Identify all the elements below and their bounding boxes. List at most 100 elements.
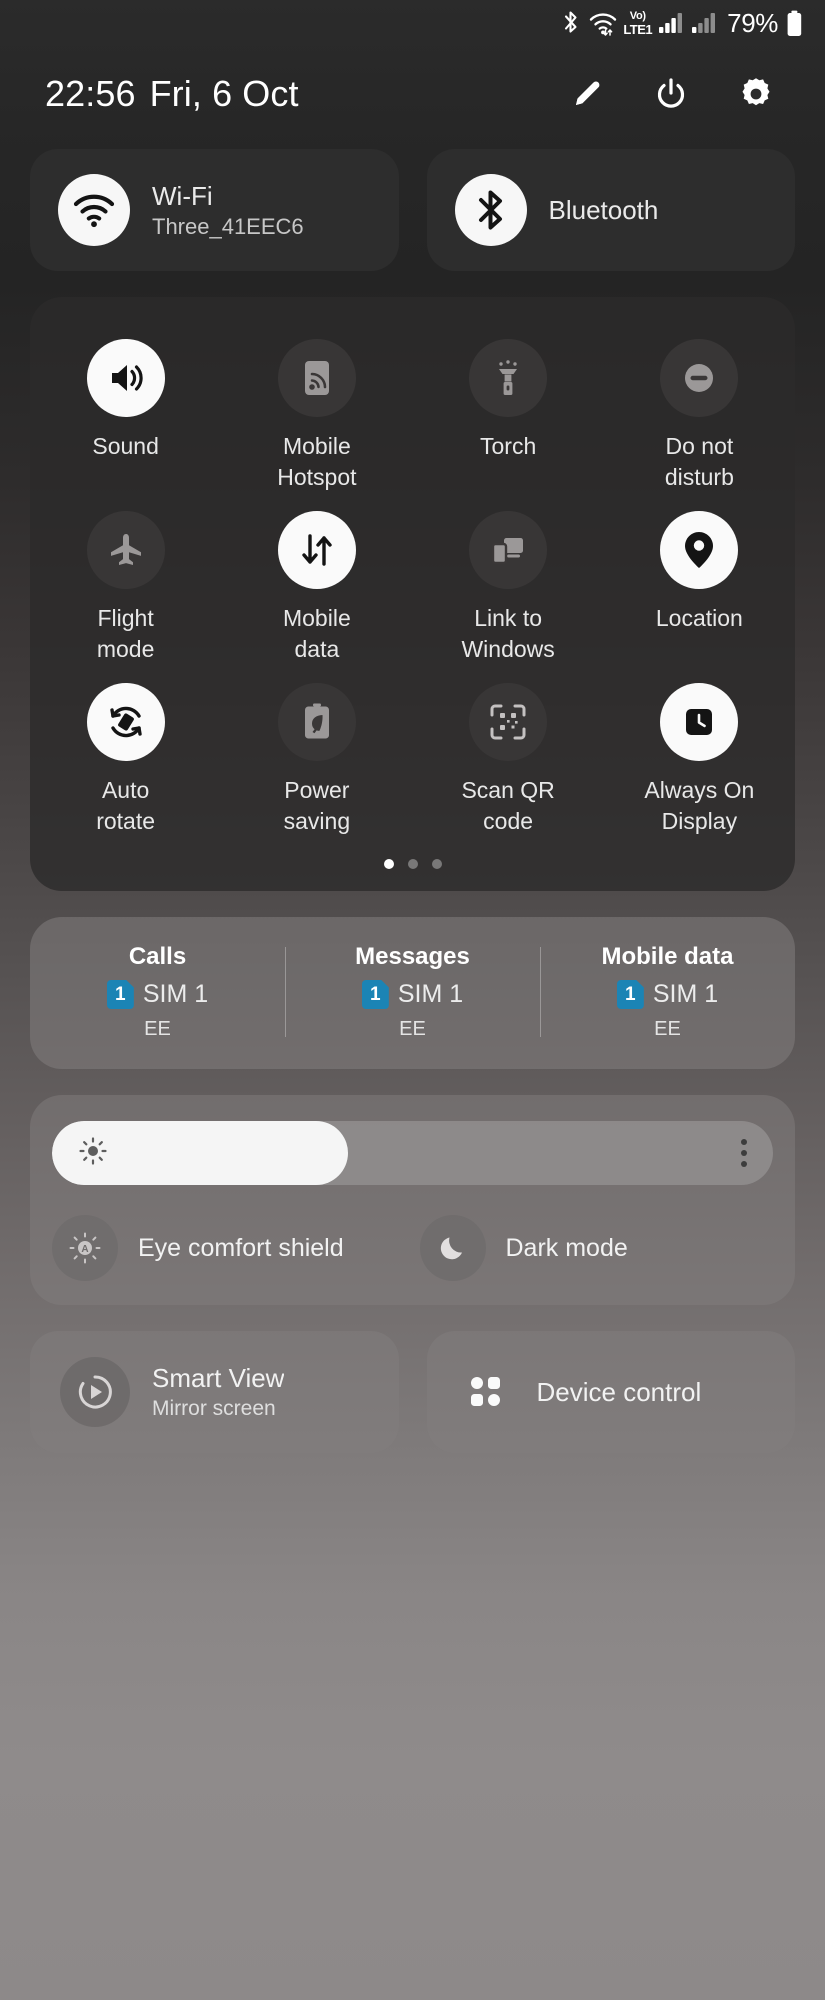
wifi-icon xyxy=(58,174,130,246)
toggle-mobile-data[interactable]: Mobile data xyxy=(221,511,412,665)
volte-icon: Vo) LTE1 xyxy=(623,9,653,37)
toggle-label: Mobile Hotspot xyxy=(277,433,357,490)
quick-toggle-panel: Sound Mobile Hotspot Torch Do not distur… xyxy=(30,297,795,891)
sim-column-mobile-data[interactable]: Mobile data 1 SIM 1 EE xyxy=(540,943,795,1041)
smart-view-subtitle: Mirror screen xyxy=(152,1397,276,1420)
page-dot-1[interactable] xyxy=(383,859,394,869)
device-control-title: Device control xyxy=(536,1376,702,1407)
header-actions xyxy=(569,75,795,113)
sim-name: SIM 1 xyxy=(142,980,209,1008)
mobile-data-icon xyxy=(277,511,356,589)
sim-selection: 1 SIM 1 xyxy=(616,980,719,1009)
torch-icon xyxy=(469,339,548,417)
dark-mode-label: Dark mode xyxy=(505,1233,628,1262)
battery-icon xyxy=(786,10,803,37)
wifi-title: Wi-Fi xyxy=(152,180,213,211)
link-to-windows-icon xyxy=(469,511,548,589)
toggle-link-to-windows[interactable]: Link to Windows xyxy=(413,511,604,665)
toggle-always-on-display[interactable]: Always On Display xyxy=(604,683,795,837)
toggle-label: Sound xyxy=(92,433,159,459)
sim-column-header: Messages xyxy=(355,943,470,970)
hotspot-icon xyxy=(277,339,356,417)
sound-icon xyxy=(86,339,165,417)
device-control-icon xyxy=(457,1357,515,1427)
sim-name: SIM 1 xyxy=(652,980,719,1008)
toggle-label: Location xyxy=(655,605,743,631)
sim-column-header: Calls xyxy=(128,943,187,970)
bluetooth-title: Bluetooth xyxy=(548,194,659,225)
toggle-auto-rotate[interactable]: Auto rotate xyxy=(30,683,221,837)
panel-header: 22:56 Fri, 6 Oct xyxy=(0,46,825,141)
page-dot-3[interactable] xyxy=(431,859,442,869)
page-dot-2[interactable] xyxy=(407,859,418,869)
always-on-display-icon xyxy=(660,683,739,761)
battery-percent-label: 79% xyxy=(727,7,778,38)
sim-carrier: EE xyxy=(144,1018,171,1040)
smart-view-icon xyxy=(60,1357,130,1427)
do-not-disturb-icon xyxy=(660,339,739,417)
toggle-do-not-disturb[interactable]: Do not disturb xyxy=(604,339,795,493)
header-date: Fri, 6 Oct xyxy=(149,72,299,114)
toggle-label: Flight mode xyxy=(96,605,155,662)
wifi-ssid: Three_41EEC6 xyxy=(152,213,304,239)
sim-selection: 1 SIM 1 xyxy=(361,980,464,1009)
sim-column-calls[interactable]: Calls 1 SIM 1 EE xyxy=(30,943,285,1041)
settings-gear-icon[interactable] xyxy=(737,75,775,113)
more-options-icon[interactable] xyxy=(741,1139,747,1167)
toggle-power-saving[interactable]: Power saving xyxy=(221,683,412,837)
bluetooth-card[interactable]: Bluetooth xyxy=(426,149,795,271)
toggle-label: Always On Display xyxy=(644,777,755,834)
toggle-label: Power saving xyxy=(283,777,351,834)
status-bar: Vo) LTE1 79% xyxy=(0,0,825,46)
device-control-card[interactable]: Device control xyxy=(426,1331,795,1453)
toggle-label: Link to Windows xyxy=(461,605,555,662)
wifi-card[interactable]: Wi-Fi Three_41EEC6 xyxy=(30,149,399,271)
wifi-icon xyxy=(588,10,618,36)
toggle-label: Auto rotate xyxy=(96,777,156,834)
auto-rotate-icon xyxy=(86,683,165,761)
signal-icon-1 xyxy=(658,12,684,34)
smart-view-card[interactable]: Smart View Mirror screen xyxy=(30,1331,399,1453)
power-saving-icon xyxy=(277,683,356,761)
dark-mode-toggle[interactable]: Dark mode xyxy=(419,1215,774,1281)
toggle-label: Do not disturb xyxy=(664,433,734,490)
sim-badge: 1 xyxy=(106,980,134,1009)
brightness-slider-fill xyxy=(52,1121,348,1185)
brightness-slider[interactable] xyxy=(52,1121,773,1185)
bluetooth-text: Bluetooth xyxy=(549,195,659,226)
eye-comfort-shield-toggle[interactable]: A Eye comfort shield xyxy=(52,1215,406,1281)
dark-mode-moon-icon xyxy=(419,1215,486,1281)
connectivity-row: Wi-Fi Three_41EEC6 Bluetooth xyxy=(0,149,825,271)
edit-pencil-icon[interactable] xyxy=(569,76,605,112)
power-icon[interactable] xyxy=(653,76,689,112)
bluetooth-icon xyxy=(454,174,527,246)
svg-text:A: A xyxy=(81,1244,88,1255)
toggle-label: Mobile data xyxy=(282,605,351,662)
toggle-mobile-hotspot[interactable]: Mobile Hotspot xyxy=(221,339,412,493)
page-indicator xyxy=(30,859,795,869)
signal-icon-2 xyxy=(691,12,717,34)
clock-date[interactable]: 22:56 Fri, 6 Oct xyxy=(45,73,299,115)
brightness-panel: A Eye comfort shield Dark mode xyxy=(30,1095,795,1305)
brightness-sun-icon xyxy=(78,1136,108,1171)
display-mode-row: A Eye comfort shield Dark mode xyxy=(52,1215,773,1281)
toggle-scan-qr-code[interactable]: Scan QR code xyxy=(413,683,604,837)
toggle-sound[interactable]: Sound xyxy=(30,339,221,493)
toggle-grid: Sound Mobile Hotspot Torch Do not distur… xyxy=(30,339,795,837)
sim-name: SIM 1 xyxy=(397,980,464,1008)
sim-selection: 1 SIM 1 xyxy=(106,980,209,1009)
sim-column-messages[interactable]: Messages 1 SIM 1 EE xyxy=(285,943,540,1041)
bluetooth-icon xyxy=(561,10,581,36)
toggle-location[interactable]: Location xyxy=(604,511,795,665)
scan-qr-icon xyxy=(469,683,548,761)
eye-comfort-shield-icon: A xyxy=(52,1215,118,1281)
toggle-torch[interactable]: Torch xyxy=(413,339,604,493)
smart-view-title: Smart View xyxy=(152,1363,285,1393)
bottom-card-row: Smart View Mirror screen Device control xyxy=(0,1331,825,1453)
clock-time: 22:56 xyxy=(45,72,136,114)
toggle-flight-mode[interactable]: Flight mode xyxy=(30,511,221,665)
sim-column-header: Mobile data xyxy=(601,943,734,970)
toggle-label: Torch xyxy=(480,433,537,459)
flight-mode-icon xyxy=(86,511,165,589)
wifi-text: Wi-Fi Three_41EEC6 xyxy=(152,181,304,240)
